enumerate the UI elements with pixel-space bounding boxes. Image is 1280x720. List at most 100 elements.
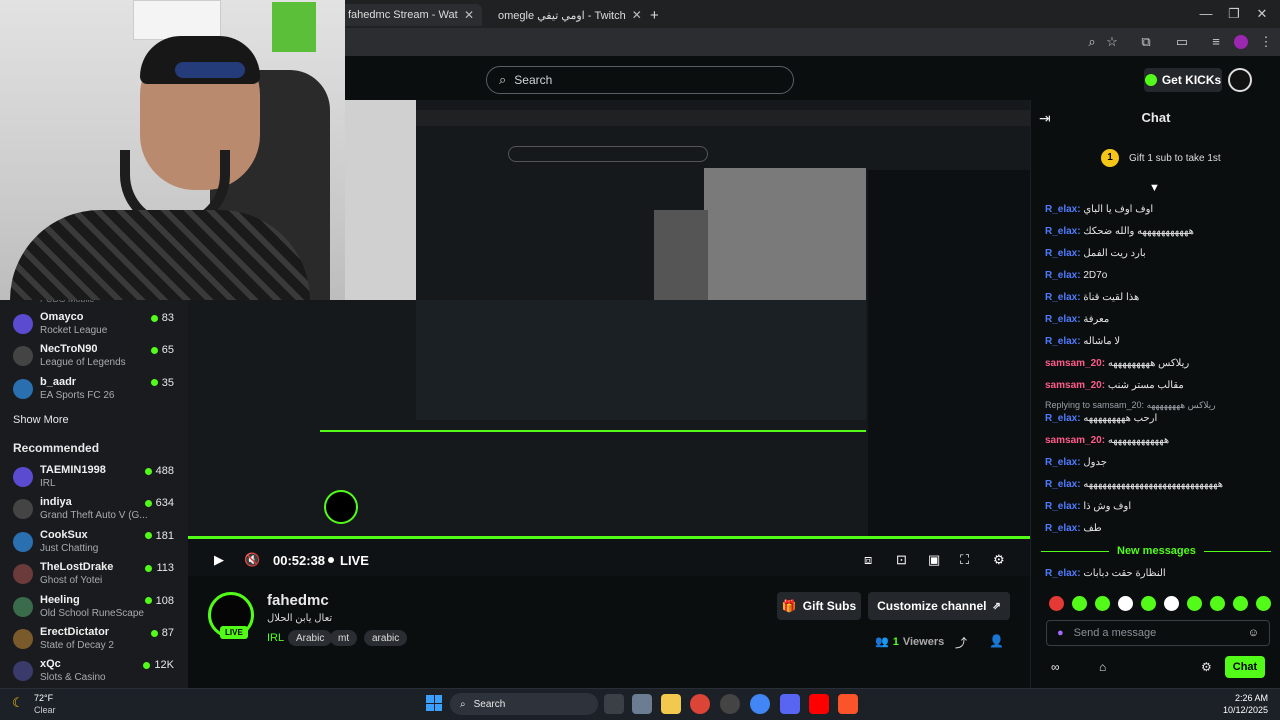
obs-icon[interactable] [720, 694, 740, 714]
maximize-icon[interactable]: ❐ [1224, 6, 1244, 22]
tag-arabic-lower[interactable]: arabic [364, 630, 408, 646]
taskbar-search[interactable]: ⌕ Search [450, 693, 598, 715]
live-dot-icon [144, 467, 152, 475]
chat-username[interactable]: samsam_20: [1045, 435, 1105, 446]
play-icon[interactable]: ▶ [214, 552, 224, 568]
sidebar-item-indiya[interactable]: indiya Grand Theft Auto V (G... 634 [0, 493, 188, 525]
clip-icon[interactable]: ⊡ [896, 552, 907, 568]
show-more-link[interactable]: Show More [13, 414, 69, 426]
chat-settings-icon[interactable]: ⚙ [1201, 660, 1212, 674]
theater-icon[interactable]: ⧈ [864, 552, 872, 568]
emote-icon[interactable] [1095, 596, 1110, 611]
minimize-icon[interactable]: — [1196, 6, 1216, 21]
chat-username[interactable]: R_elax: [1045, 457, 1081, 468]
tag-mt[interactable]: mt [330, 630, 358, 646]
fullscreen-icon[interactable]: ⛶ [960, 552, 969, 568]
share-icon[interactable]: ⤴ [955, 634, 967, 651]
brave-icon[interactable] [838, 694, 858, 714]
channel-avatar [13, 661, 33, 682]
profile-icon[interactable] [1234, 35, 1248, 49]
weather-icon[interactable]: ☾ [12, 695, 24, 711]
get-kicks-button[interactable]: Get KICKs [1144, 68, 1222, 92]
emote-icon[interactable] [1256, 596, 1271, 611]
sidebar-item-xqc[interactable]: xQc Slots & Casino 12K [0, 655, 188, 687]
zoom-icon[interactable]: ⌕ [1082, 34, 1102, 50]
tag-arabic[interactable]: Arabic [288, 630, 333, 646]
gift-promo[interactable]: Gift 1 sub to take 1st [1129, 153, 1221, 164]
sidebar-item-omayco[interactable]: Omayco Rocket League 83 [0, 308, 188, 340]
chat-username[interactable]: R_elax: [1045, 523, 1081, 534]
sidebar-item-cooksux[interactable]: CookSux Just Chatting 181 [0, 526, 188, 558]
chat-input[interactable]: ● Send a message ☺ [1046, 620, 1270, 646]
sidebar-item-game: Slots & Casino [40, 672, 106, 684]
chat-username[interactable]: R_elax: [1045, 568, 1081, 579]
emote-icon[interactable] [1049, 596, 1064, 611]
file-explorer-icon[interactable] [661, 694, 681, 714]
chat-username[interactable]: R_elax: [1045, 226, 1081, 237]
chat-username[interactable]: samsam_20: [1045, 380, 1105, 391]
chat-username[interactable]: R_elax: [1045, 248, 1081, 259]
settings-app-icon[interactable] [632, 694, 652, 714]
close-icon[interactable]: ✕ [464, 8, 474, 22]
chat-username[interactable]: R_elax: [1045, 413, 1081, 424]
sidebar-item-nectron90[interactable]: NecTroN90 League of Legends 65 [0, 340, 188, 372]
emote-icon[interactable] [1118, 596, 1133, 611]
sidebar-item-erectdictator[interactable]: ErectDictator State of Decay 2 87 [0, 623, 188, 655]
live-label: LIVE [340, 553, 369, 568]
youtube-icon[interactable] [809, 694, 829, 714]
sidebar-item-thelostdrake[interactable]: TheLostDrake Ghost of Yotei 113 [0, 558, 188, 590]
emote-icon[interactable] [1187, 596, 1202, 611]
settings-icon[interactable]: ⚙ [993, 552, 1005, 568]
gift-subs-button[interactable]: 🎁 Gift Subs [777, 592, 861, 620]
menu-icon[interactable]: ⋮ [1256, 34, 1276, 50]
sidebar-item-heeling[interactable]: Heeling Old School RuneScape 108 [0, 591, 188, 623]
tab-fahedmc[interactable]: fahedmc Stream - Watch Live o ✕ [340, 4, 482, 26]
emote-icon[interactable] [1072, 596, 1087, 611]
emote-icon[interactable] [1210, 596, 1225, 611]
customize-channel-button[interactable]: Customize channel ⇗ [868, 592, 1010, 620]
chrome-icon[interactable] [690, 694, 710, 714]
infinity-icon[interactable]: ∞ [1051, 660, 1060, 674]
pip-icon[interactable]: ▣ [928, 552, 940, 568]
chat-username[interactable]: R_elax: [1045, 501, 1081, 512]
microphone-icon[interactable]: ● [1057, 627, 1064, 639]
chrome-active-icon[interactable] [750, 694, 770, 714]
channel-name[interactable]: fahedmc [267, 592, 329, 609]
sidebar-item-b_aadr[interactable]: b_aadr EA Sports FC 26 35 [0, 373, 188, 405]
task-view-icon[interactable] [604, 694, 624, 714]
emote-icon[interactable] [1141, 596, 1156, 611]
windows-start-icon[interactable] [426, 695, 442, 711]
emote-icon[interactable] [1233, 596, 1248, 611]
extensions-icon[interactable]: ⧉ [1136, 34, 1156, 50]
chat-username[interactable]: R_elax: [1045, 479, 1081, 490]
cast-icon[interactable]: ▭ [1172, 34, 1192, 50]
tab-omegle[interactable]: omegle اومي تيفي - Twitch ✕ [484, 4, 642, 26]
chat-username[interactable]: R_elax: [1045, 292, 1081, 303]
chat-text: هذا لقيت قناة [1083, 292, 1140, 303]
chat-username[interactable]: samsam_20: [1045, 358, 1105, 369]
user-avatar[interactable] [1228, 68, 1252, 92]
close-icon[interactable]: ✕ [632, 8, 642, 22]
sidebar-item-taemin1998[interactable]: TAEMIN1998 IRL 488 [0, 461, 188, 493]
category-link[interactable]: IRL [267, 632, 284, 644]
sidebar-item-name: CookSux [40, 528, 88, 541]
chat-username[interactable]: R_elax: [1045, 314, 1081, 325]
wall-paper [133, 0, 221, 40]
pinned-toggle-icon[interactable]: ▼ [1149, 182, 1160, 194]
send-chat-button[interactable]: Chat [1225, 656, 1265, 678]
progress-bar[interactable] [188, 536, 1030, 539]
new-tab-button[interactable]: + [642, 4, 667, 26]
chat-username[interactable]: R_elax: [1045, 336, 1081, 347]
close-window-icon[interactable]: ✕ [1252, 6, 1272, 22]
star-icon[interactable]: ☆ [1102, 34, 1122, 50]
discord-icon[interactable] [780, 694, 800, 714]
playlist-icon[interactable]: ≡ [1206, 34, 1226, 49]
search-input[interactable]: ⌕ Search [486, 66, 794, 94]
mute-icon[interactable]: 🔇 [244, 552, 260, 568]
store-icon[interactable]: ⌂ [1099, 660, 1106, 674]
emoji-icon[interactable]: ☺ [1248, 627, 1259, 639]
chat-username[interactable]: R_elax: [1045, 270, 1081, 281]
follow-user-icon[interactable]: 👤 [989, 634, 1004, 648]
chat-username[interactable]: R_elax: [1045, 204, 1081, 215]
emote-icon[interactable] [1164, 596, 1179, 611]
